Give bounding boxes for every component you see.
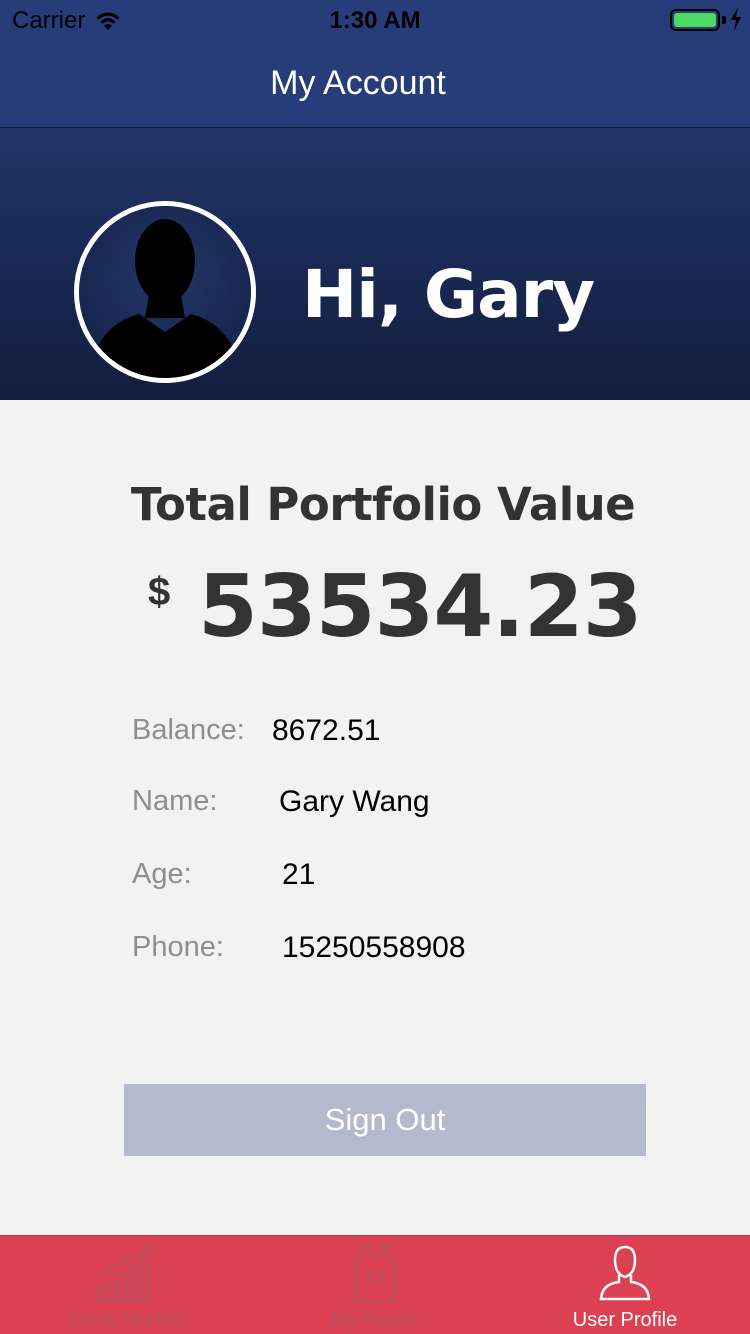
tab-user-profile[interactable]: User Profile (500, 1236, 750, 1334)
battery-icon (670, 9, 720, 31)
status-bar: Carrier 1:30 AM (0, 0, 750, 40)
sign-out-button[interactable]: Sign Out (124, 1084, 646, 1156)
tab-label: Stock Market (66, 1309, 184, 1331)
battery-tip (722, 16, 726, 24)
age-row: Age: 21 (0, 858, 750, 902)
age-label: Age: (132, 858, 192, 890)
status-time: 1:30 AM (329, 7, 421, 34)
bar-chart-icon (96, 1245, 152, 1303)
portfolio-label: Total Portfolio Value (130, 478, 636, 531)
phone-label: Phone: (132, 931, 224, 963)
name-label: Name: (132, 785, 218, 817)
tab-stock-market[interactable]: Stock Market (0, 1236, 250, 1334)
phone-row: Phone: 15250558908 (0, 931, 750, 975)
age-value: 21 (282, 858, 316, 891)
balance-value: 8672.51 (272, 714, 381, 747)
jersey-icon: 23 (355, 1245, 395, 1302)
portfolio-value: 53534.23 (198, 557, 643, 657)
name-value: Gary Wang (279, 785, 430, 818)
tab-label: User Profile (572, 1309, 678, 1331)
phone-value: 15250558908 (282, 931, 466, 964)
tab-label: My Player (330, 1309, 420, 1331)
page-title: My Account (270, 64, 446, 102)
user-icon (599, 1245, 651, 1301)
user-silhouette-icon (79, 206, 251, 378)
navigation-bar: My Account (0, 40, 750, 128)
tab-my-player[interactable]: 23 My Player (250, 1236, 500, 1334)
balance-row: Balance: 8672.51 (0, 714, 750, 758)
profile-header: Hi, Gary (0, 128, 750, 400)
jersey-number: 23 (365, 1270, 384, 1286)
greeting: Hi, Gary (302, 256, 595, 333)
balance-label: Balance: (132, 714, 245, 746)
avatar[interactable] (74, 201, 256, 383)
currency-symbol: $ (148, 570, 171, 614)
charging-bolt-icon (731, 7, 741, 31)
name-row: Name: Gary Wang (0, 785, 750, 829)
tab-bar: Stock Market 23 My Player User Profile (0, 1235, 750, 1334)
